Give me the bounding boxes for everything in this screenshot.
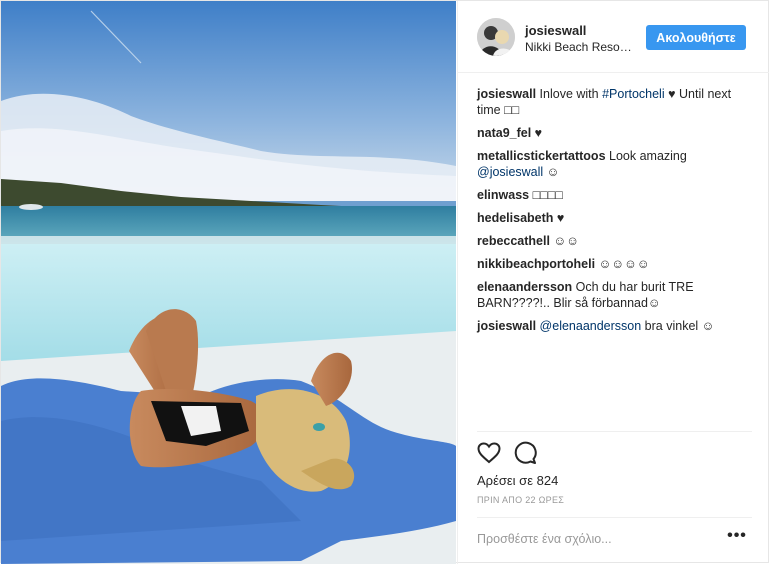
comment-text: ☺☺ bbox=[549, 234, 579, 248]
comment-text: bra vinkel ☺ bbox=[641, 319, 715, 333]
post-author-username[interactable]: josieswall bbox=[525, 23, 586, 38]
comment-username[interactable]: nata9_fel bbox=[477, 126, 531, 140]
comment-username[interactable]: josieswall bbox=[477, 319, 536, 333]
poolside-photo bbox=[1, 1, 456, 564]
comment-text: Look amazing bbox=[605, 149, 687, 163]
comment-item: hedelisabeth ♥ bbox=[477, 210, 753, 226]
divider bbox=[477, 431, 752, 432]
comment-item: josieswall Inlove with #Portocheli ♥ Unt… bbox=[477, 86, 753, 118]
likes-count[interactable]: Αρέσει σε 824 bbox=[477, 473, 558, 488]
post-header: josieswall Nikki Beach Resort Porto Heli… bbox=[458, 1, 769, 73]
comment-item: elenaandersson Och du har burit TRE BARN… bbox=[477, 279, 753, 311]
more-options-button[interactable]: ••• bbox=[726, 528, 748, 547]
speech-bubble-icon[interactable] bbox=[513, 441, 537, 465]
comment-username[interactable]: josieswall bbox=[477, 87, 536, 101]
comment-text: □□□□ bbox=[529, 188, 563, 202]
comment-username[interactable]: elinwass bbox=[477, 188, 529, 202]
comment-username[interactable]: metallicstickertattoos bbox=[477, 149, 606, 163]
follow-button[interactable]: Ακολουθήστε bbox=[646, 25, 746, 50]
post-sidebar: josieswall Nikki Beach Resort Porto Heli… bbox=[457, 1, 769, 564]
comments-list: josieswall Inlove with #Portocheli ♥ Unt… bbox=[477, 86, 753, 341]
comment-item: metallicstickertattoos Look amazing @jos… bbox=[477, 148, 753, 180]
comment-text: ♥ bbox=[553, 211, 565, 225]
comment-text: ☺☺☺☺ bbox=[595, 257, 650, 271]
heart-outline-icon[interactable] bbox=[477, 441, 501, 465]
avatar[interactable] bbox=[477, 18, 515, 56]
instagram-post: josieswall Nikki Beach Resort Porto Heli… bbox=[0, 0, 769, 564]
post-location[interactable]: Nikki Beach Resort Porto Heli bbox=[525, 40, 633, 54]
comment-link[interactable]: #Portocheli bbox=[602, 87, 665, 101]
comment-username[interactable]: rebeccathell bbox=[477, 234, 550, 248]
avatar-image bbox=[477, 18, 515, 56]
comment-item: elinwass □□□□ bbox=[477, 187, 753, 203]
comment-item: nata9_fel ♥ bbox=[477, 125, 753, 141]
comment-item: rebeccathell ☺☺ bbox=[477, 233, 753, 249]
divider bbox=[477, 517, 752, 518]
comment-input[interactable] bbox=[477, 530, 707, 548]
post-timestamp[interactable]: ΠΡΙΝ ΑΠΟ 22 ΩΡΕΣ bbox=[477, 495, 564, 505]
comment-item: josieswall @elenaandersson bra vinkel ☺ bbox=[477, 318, 753, 334]
comment-item: nikkibeachportoheli ☺☺☺☺ bbox=[477, 256, 753, 272]
comment-text: Inlove with bbox=[536, 87, 603, 101]
comment-username[interactable]: nikkibeachportoheli bbox=[477, 257, 595, 271]
comment-username[interactable]: elenaandersson bbox=[477, 280, 572, 294]
post-photo[interactable] bbox=[1, 1, 456, 564]
comment-link[interactable]: @josieswall bbox=[477, 165, 543, 179]
comment-text: ☺ bbox=[543, 165, 560, 179]
comment-username[interactable]: hedelisabeth bbox=[477, 211, 553, 225]
comment-text: ♥ bbox=[531, 126, 543, 140]
comment-link[interactable]: @elenaandersson bbox=[540, 319, 642, 333]
